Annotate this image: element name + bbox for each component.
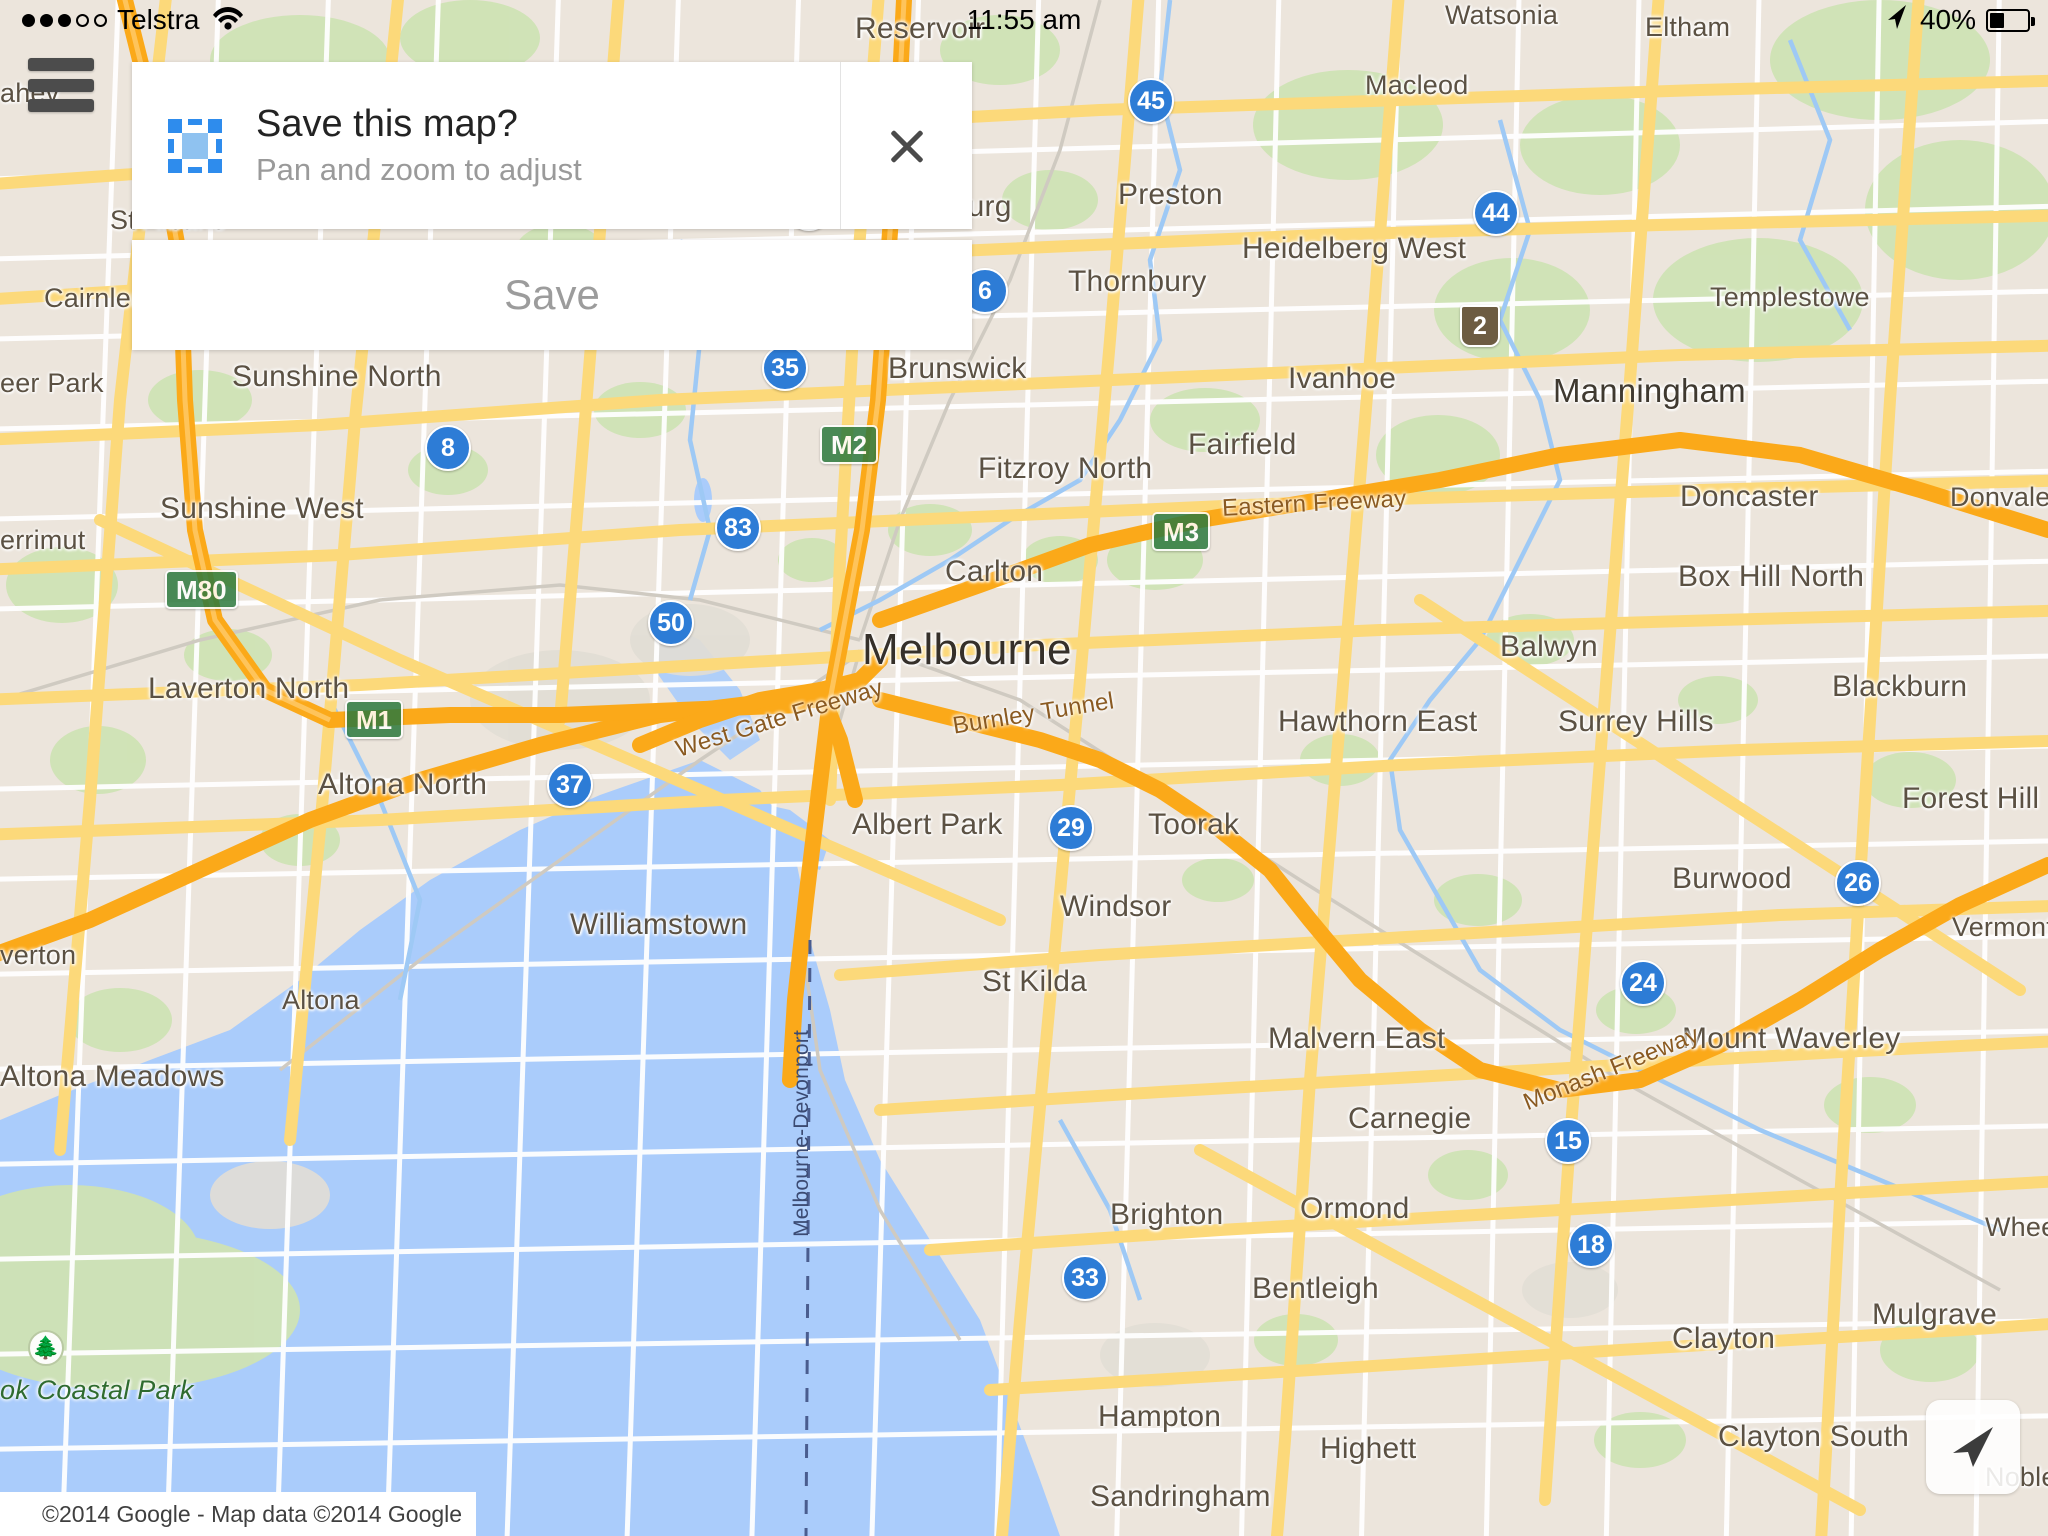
ferry-route-label: Melbourne-Devonport	[790, 1030, 813, 1237]
map-place-label: St Kilda	[982, 965, 1087, 998]
map-place-label: Forest Hill	[1902, 782, 2040, 815]
map-screen: ReservoirWatsoniaElthamNorthMacleodPrest…	[0, 0, 2048, 1536]
map-place-label: Whee	[1985, 1212, 2048, 1242]
hamburger-bar	[28, 78, 94, 92]
map-canvas[interactable]: ReservoirWatsoniaElthamNorthMacleodPrest…	[0, 0, 2048, 1536]
map-place-label: Box Hill North	[1678, 560, 1865, 593]
map-place-label: Carnegie	[1348, 1102, 1472, 1135]
map-place-label: Heidelberg West	[1242, 232, 1467, 265]
map-place-label: Thornbury	[1068, 265, 1207, 298]
map-place-label: Altona North	[318, 768, 488, 801]
attribution-text: ©2014 Google - Map data ©2014 Google	[42, 1500, 463, 1527]
map-place-label: Doncaster	[1680, 480, 1819, 513]
map-place-label: Ormond	[1300, 1192, 1410, 1225]
route-shield: M2	[820, 425, 879, 464]
route-shield: M3	[1152, 512, 1211, 551]
route-shield: M1	[345, 700, 404, 739]
hamburger-menu-icon[interactable]	[28, 58, 94, 112]
map-place-label: Fitzroy North	[978, 452, 1153, 485]
crop-frame-icon	[168, 118, 222, 173]
map-place-label: Albert Park	[852, 808, 1003, 841]
map-place-label: Donvale	[1950, 482, 2048, 512]
map-place-label: Clayton	[1672, 1322, 1776, 1355]
route-shield: 24	[1620, 960, 1666, 1006]
hamburger-bar	[28, 99, 94, 112]
map-place-label: Carlton	[945, 555, 1044, 588]
save-map-dialog: Save this map? Pan and zoom to adjust	[132, 62, 972, 229]
hamburger-bar	[28, 58, 94, 71]
map-roads-layer	[0, 0, 2048, 1536]
map-place-label: Melbourne	[862, 625, 1072, 674]
map-place-label: Laverton North	[148, 672, 350, 705]
map-place-label: Burwood	[1672, 862, 1792, 895]
route-shield: 15	[1545, 1118, 1591, 1164]
map-place-label: Blackburn	[1832, 670, 1968, 703]
map-place-label: Sunshine North	[232, 360, 442, 393]
close-icon	[888, 127, 926, 165]
map-place-label: Highett	[1320, 1432, 1417, 1465]
route-shield: 45	[1128, 78, 1174, 124]
navigation-arrow-icon	[1947, 1419, 1999, 1476]
route-shield: M80	[165, 570, 238, 609]
route-shield: 29	[1048, 805, 1094, 851]
map-place-label: Bentleigh	[1252, 1272, 1379, 1305]
route-shield: 18	[1568, 1222, 1614, 1268]
save-button-label: Save	[504, 271, 600, 318]
map-place-label: Surrey Hills	[1558, 705, 1714, 738]
map-place-label: Preston	[1118, 178, 1223, 211]
map-place-label: Hawthorn East	[1278, 705, 1478, 738]
map-place-label: Templestowe	[1710, 282, 1870, 312]
map-place-label: eer Park	[0, 368, 104, 398]
map-place-label: Malvern East	[1268, 1022, 1446, 1055]
map-place-label: Cairnlea	[44, 283, 147, 313]
map-place-label: Balwyn	[1500, 630, 1598, 663]
map-place-label: Windsor	[1060, 890, 1172, 923]
route-shield: 26	[1835, 860, 1881, 906]
route-shield: 33	[1062, 1255, 1108, 1301]
my-location-button[interactable]	[1926, 1400, 2020, 1494]
map-place-label: Brighton	[1110, 1198, 1224, 1231]
map-place-label: Toorak	[1148, 808, 1240, 841]
close-dialog-button[interactable]	[840, 62, 972, 229]
map-place-label: Ivanhoe	[1288, 362, 1397, 395]
map-place-label: Reservoir	[855, 12, 986, 45]
route-shield: 50	[648, 600, 694, 646]
route-shield: 44	[1473, 190, 1519, 236]
map-park-label: ok Coastal Park	[0, 1375, 194, 1405]
route-shield: 83	[715, 505, 761, 551]
save-map-dialog-texts: Save this map? Pan and zoom to adjust	[256, 103, 582, 188]
save-map-dialog-subtitle: Pan and zoom to adjust	[256, 152, 582, 187]
route-shield: 37	[547, 762, 593, 808]
map-place-label: Manningham	[1553, 372, 1746, 409]
map-place-label: Vermont	[1952, 912, 2048, 942]
map-place-label: Mulgrave	[1872, 1298, 1997, 1331]
map-place-label: Williamstown	[570, 908, 748, 941]
map-attribution: ©2014 Google - Map data ©2014 Google	[0, 1492, 477, 1536]
map-place-label: Sandringham	[1090, 1480, 1271, 1513]
save-map-dialog-content: Save this map? Pan and zoom to adjust	[132, 62, 840, 229]
save-button[interactable]: Save	[132, 240, 972, 350]
map-place-label: Mount Waverley	[1682, 1022, 1901, 1055]
route-shield: 8	[425, 425, 471, 471]
map-place-label: verton	[0, 940, 77, 970]
map-place-label: Fairfield	[1188, 428, 1297, 461]
map-place-label: Watsonia	[1445, 0, 1559, 30]
route-shield: 2	[1460, 305, 1500, 347]
map-place-label: Clayton South	[1718, 1420, 1910, 1453]
map-place-label: errimut	[0, 525, 86, 555]
route-shield: 35	[762, 345, 808, 391]
park-tree-icon: 🌲	[28, 1330, 64, 1366]
map-place-label: Altona	[282, 985, 360, 1015]
map-place-label: Hampton	[1098, 1400, 1222, 1433]
map-place-label: Brunswick	[888, 352, 1027, 385]
map-place-label: Altona Meadows	[0, 1060, 225, 1093]
map-place-label: Macleod	[1365, 70, 1469, 100]
map-place-label: Eltham	[1645, 12, 1731, 42]
save-map-dialog-title: Save this map?	[256, 103, 518, 145]
map-place-label: Sunshine West	[160, 492, 364, 525]
